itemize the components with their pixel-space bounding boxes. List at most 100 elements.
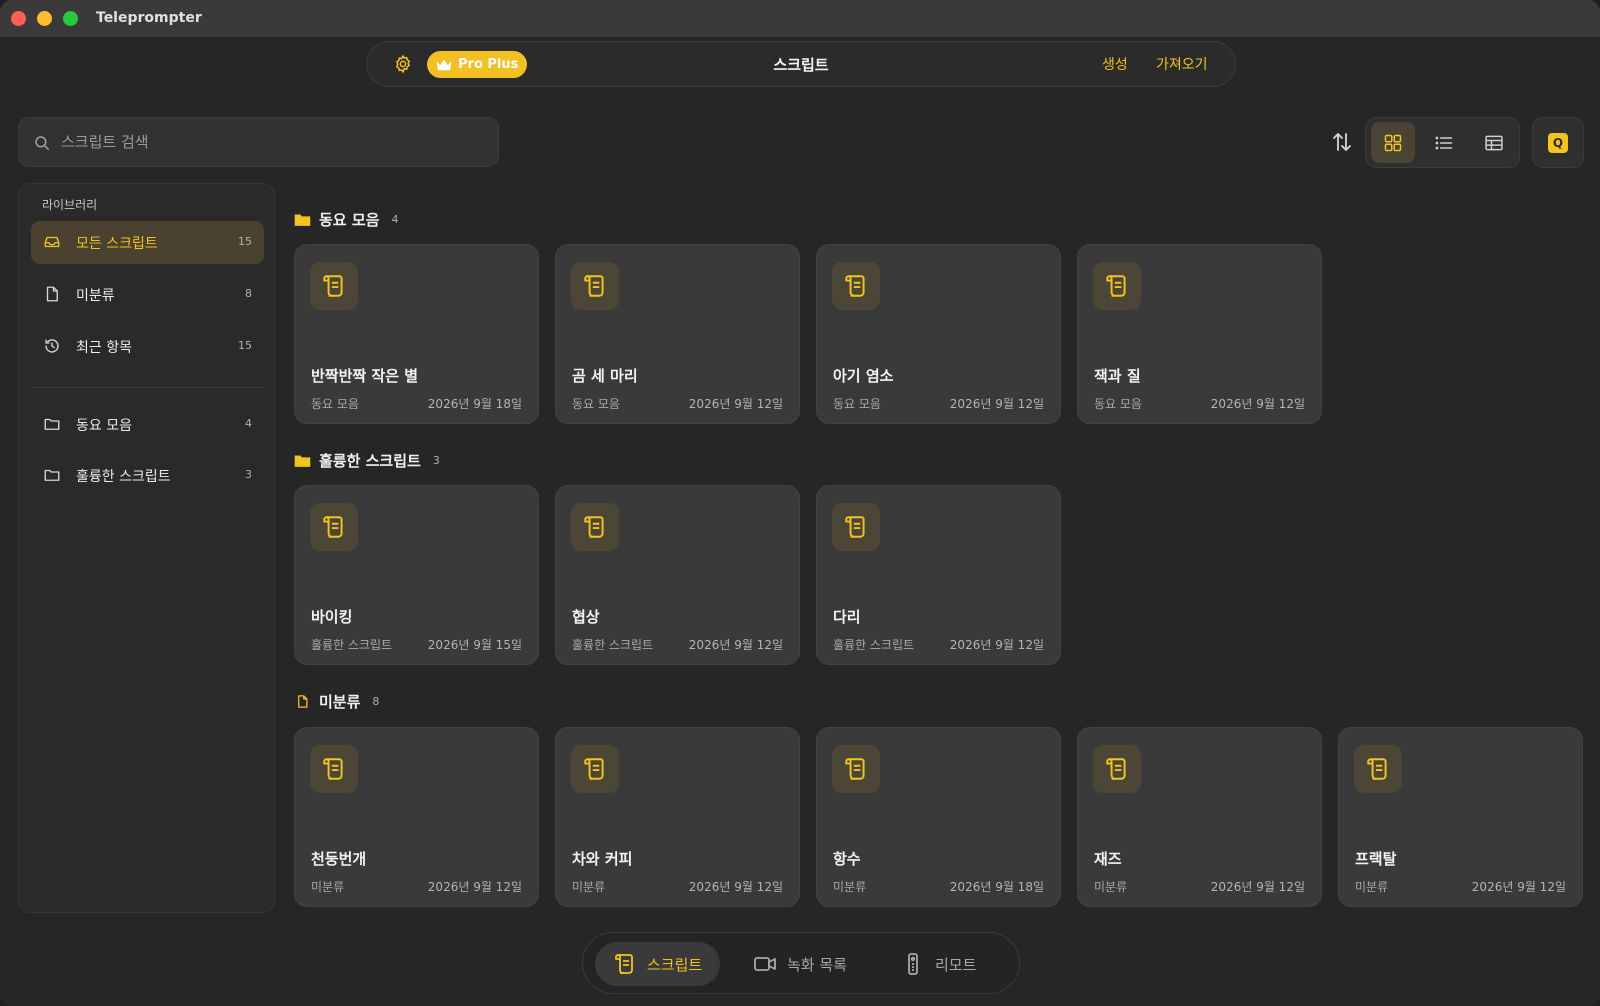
tab-remote[interactable]: 리모트 <box>883 942 994 986</box>
script-icon-tile <box>832 745 880 793</box>
table-view-button[interactable] <box>1472 122 1516 163</box>
section-count: 3 <box>432 454 440 467</box>
zoom-window-button[interactable] <box>63 11 78 26</box>
script-date: 2026년 9월 12일 <box>688 638 783 652</box>
script-icon-tile <box>1354 745 1402 793</box>
script-card[interactable]: 차와 커피미분류 2026년 9월 12일 <box>555 727 800 907</box>
search-bar <box>18 117 499 167</box>
script-scroll-icon <box>323 275 343 297</box>
document-icon <box>298 695 308 708</box>
document-icon <box>46 286 58 302</box>
import-button[interactable]: 가져오기 <box>1156 54 1208 74</box>
script-title: 아기 염소 <box>833 367 894 385</box>
sidebar-item-count: 8 <box>245 287 252 300</box>
script-date: 2026년 9월 12일 <box>427 880 522 894</box>
script-card[interactable]: 반짝반짝 작은 별 동요 모음 2026년 9월 18일 <box>294 244 539 424</box>
script-scroll-icon <box>1106 275 1126 297</box>
script-scroll-icon <box>584 516 604 538</box>
sidebar-item-recent[interactable]: 최근 항목 15 <box>31 325 264 368</box>
section-header: 동요 모음 4 <box>294 209 398 230</box>
script-scroll-icon <box>1367 758 1387 780</box>
sidebar-item-label: 미분류 <box>76 288 115 304</box>
list-view-button[interactable] <box>1422 122 1466 163</box>
create-button[interactable]: 생성 <box>1102 54 1128 74</box>
script-date: 2026년 9월 12일 <box>949 638 1044 652</box>
section-title: 동요 모음 <box>319 211 380 229</box>
script-card[interactable]: 바이킹 훌륭한 스크립트 2026년 9월 15일 <box>294 485 539 665</box>
script-icon-tile <box>832 503 880 551</box>
script-title: 천둥번개 <box>311 850 367 868</box>
script-title: 항수 <box>833 850 861 868</box>
script-date: 2026년 9월 12일 <box>688 880 783 894</box>
sidebar-folder-nursery-rhymes[interactable]: 동요 모음 4 <box>31 403 264 446</box>
section-title: 미분류 <box>319 693 361 711</box>
script-card[interactable]: 프랙탈 미분류 2026년 9월 12일 <box>1338 727 1583 907</box>
tab-scripts[interactable]: 스크립트 <box>595 942 721 986</box>
sidebar-item-count: 3 <box>245 468 252 481</box>
gear-icon[interactable] <box>393 54 413 74</box>
tab-recordings[interactable]: 녹화 목록 <box>735 942 865 986</box>
folder-icon <box>44 418 60 430</box>
sidebar: 라이브러리 모든 스크립트 15 미분류 8 최근 항목 15 동요 모음 4 … <box>18 183 275 913</box>
section-title: 훌륭한 스크립트 <box>319 452 421 470</box>
script-card[interactable]: 잭과 질 동요 모음 2026년 9월 12일 <box>1077 244 1322 424</box>
script-title: 차와 커피 <box>572 850 633 868</box>
sidebar-item-count: 15 <box>238 235 252 248</box>
script-folder: 미분류 <box>1094 880 1128 894</box>
sidebar-item-count: 15 <box>238 339 252 352</box>
crown-icon <box>436 59 452 70</box>
script-folder: 미분류 <box>833 880 867 894</box>
script-date: 2026년 9월 18일 <box>427 397 522 411</box>
script-card[interactable]: 아기 염소 동요 모음 2026년 9월 12일 <box>816 244 1061 424</box>
section-header: 미분류 8 <box>294 691 379 712</box>
close-window-button[interactable] <box>11 11 26 26</box>
script-title: 반짝반짝 작은 별 <box>311 367 419 385</box>
sort-icon[interactable] <box>1330 130 1354 154</box>
script-scroll-icon <box>615 954 633 974</box>
script-scroll-icon <box>1106 758 1126 780</box>
video-camera-icon <box>754 957 776 971</box>
script-title: 협상 <box>572 608 600 626</box>
minimize-window-button[interactable] <box>37 11 52 26</box>
script-title: 곰 세 마리 <box>572 367 638 385</box>
script-date: 2026년 9월 12일 <box>1210 397 1305 411</box>
script-card[interactable]: 재즈 미분류 2026년 9월 12일 <box>1077 727 1322 907</box>
script-scroll-icon <box>323 758 343 780</box>
script-scroll-icon <box>584 275 604 297</box>
sidebar-folder-great-scripts[interactable]: 훌륭한 스크립트 3 <box>31 454 264 497</box>
folder-icon <box>294 455 311 467</box>
search-input[interactable] <box>61 118 481 166</box>
grid-view-button[interactable] <box>1371 122 1415 163</box>
script-card[interactable]: 곰 세 마리 동요 모음 2026년 9월 12일 <box>555 244 800 424</box>
script-folder: 미분류 <box>311 880 345 894</box>
script-title: 잭과 질 <box>1094 367 1141 385</box>
tab-label: 리모트 <box>935 955 977 974</box>
script-icon-tile <box>310 503 358 551</box>
script-card[interactable]: 항수 미분류 2026년 9월 18일 <box>816 727 1061 907</box>
sidebar-item-label: 훌륭한 스크립트 <box>76 469 171 485</box>
script-scroll-icon <box>845 516 865 538</box>
folder-icon <box>44 469 60 481</box>
script-title: 재즈 <box>1094 850 1122 868</box>
script-scroll-icon <box>845 758 865 780</box>
pro-plus-badge[interactable]: Pro Plus <box>427 51 528 78</box>
quick-action-button[interactable]: Q <box>1532 117 1584 168</box>
section-count: 8 <box>372 695 380 708</box>
script-folder: 미분류 <box>572 880 606 894</box>
sidebar-header: 라이브러리 <box>42 198 98 212</box>
sidebar-item-uncategorized[interactable]: 미분류 8 <box>31 273 264 316</box>
script-date: 2026년 9월 15일 <box>427 638 522 652</box>
sidebar-item-label: 최근 항목 <box>76 340 132 356</box>
pro-plus-label: Pro Plus <box>458 57 519 72</box>
sidebar-item-count: 4 <box>245 417 252 430</box>
q-icon: Q <box>1548 132 1568 153</box>
script-card[interactable]: 천둥번개미분류 2026년 9월 12일 <box>294 727 539 907</box>
list-icon <box>1435 136 1453 149</box>
script-folder: 미분류 <box>1355 880 1389 894</box>
script-title: 다리 <box>833 608 861 626</box>
script-icon-tile <box>571 262 619 310</box>
sidebar-item-all-scripts[interactable]: 모든 스크립트 15 <box>31 221 264 264</box>
title-bar: Teleprompter <box>0 0 1600 37</box>
script-card[interactable]: 다리 훌륭한 스크립트 2026년 9월 12일 <box>816 485 1061 665</box>
script-card[interactable]: 협상 훌륭한 스크립트 2026년 9월 12일 <box>555 485 800 665</box>
